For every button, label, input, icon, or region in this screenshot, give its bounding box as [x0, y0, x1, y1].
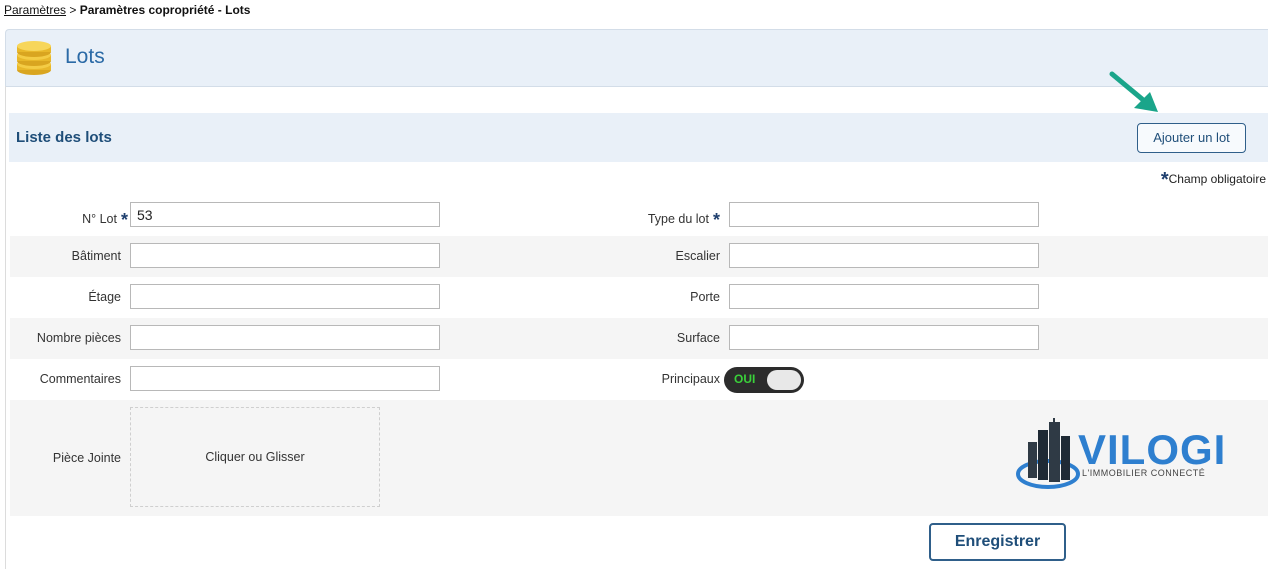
comments-label: Commentaires — [39, 372, 121, 386]
form-row-comments: Commentaires Principaux OUI — [10, 359, 1268, 400]
staircase-input[interactable] — [729, 243, 1039, 268]
door-input[interactable] — [729, 284, 1039, 309]
form-row-rooms: Nombre pièces Surface — [10, 318, 1268, 359]
building-input[interactable] — [130, 243, 440, 268]
lot-number-label: N° Lot * — [82, 210, 128, 230]
form-row-lot: N° Lot* Type du lot* — [10, 195, 1268, 236]
required-note-text: Champ obligatoire — [1168, 172, 1266, 186]
floor-input[interactable] — [130, 284, 440, 309]
section-title: Liste des lots — [16, 129, 112, 146]
required-star: * — [1160, 169, 1169, 191]
arrow-pointer-icon — [1109, 71, 1158, 112]
vilogi-logo: VILOGI L'IMMOBILIER CONNECTÉ — [1014, 418, 1258, 494]
breadcrumb-link-parametres[interactable]: Paramètres — [4, 3, 66, 17]
toggle-knob — [767, 370, 801, 390]
breadcrumb-separator: > — [69, 3, 77, 17]
rooms-input[interactable] — [130, 325, 440, 350]
rooms-label: Nombre pièces — [36, 331, 121, 345]
main-toggle[interactable]: OUI — [724, 367, 804, 393]
lots-section-bar: Liste des lots Ajouter un lot — [9, 113, 1268, 162]
form-row-building: Bâtiment Escalier — [10, 236, 1268, 277]
comments-input[interactable] — [130, 366, 440, 391]
main-label: Principaux — [661, 372, 720, 386]
lot-number-input[interactable] — [130, 202, 440, 227]
door-label: Porte — [690, 290, 720, 304]
vilogi-building-icon — [1016, 418, 1080, 489]
logo-brand: VILOGI — [1078, 426, 1227, 473]
form-row-floor: Étage Porte — [10, 277, 1268, 318]
page-title: Lots — [65, 45, 105, 68]
attachment-label: Pièce Jointe — [52, 451, 121, 465]
logo-tagline: L'IMMOBILIER CONNECTÉ — [1082, 468, 1206, 478]
toggle-on-text: OUI — [734, 372, 756, 386]
breadcrumb-current: Paramètres copropriété - Lots — [79, 3, 251, 17]
add-lot-button[interactable]: Ajouter un lot — [1137, 123, 1246, 153]
required-field-note: *Champ obligatoire — [1160, 166, 1266, 191]
building-label: Bâtiment — [71, 249, 121, 263]
attachment-dropzone[interactable]: Cliquer ou Glisser — [130, 407, 380, 507]
staircase-label: Escalier — [675, 249, 720, 263]
lot-type-input[interactable] — [729, 202, 1039, 227]
surface-input[interactable] — [729, 325, 1039, 350]
floor-label: Étage — [88, 290, 121, 304]
coins-icon — [17, 41, 51, 75]
page-header: Lots — [5, 29, 1268, 87]
lot-type-label: Type du lot * — [647, 210, 720, 230]
surface-label: Surface — [676, 331, 720, 345]
save-button[interactable]: Enregistrer — [929, 523, 1066, 561]
breadcrumb: Paramètres > Paramètres copropriété - Lo… — [4, 3, 250, 17]
